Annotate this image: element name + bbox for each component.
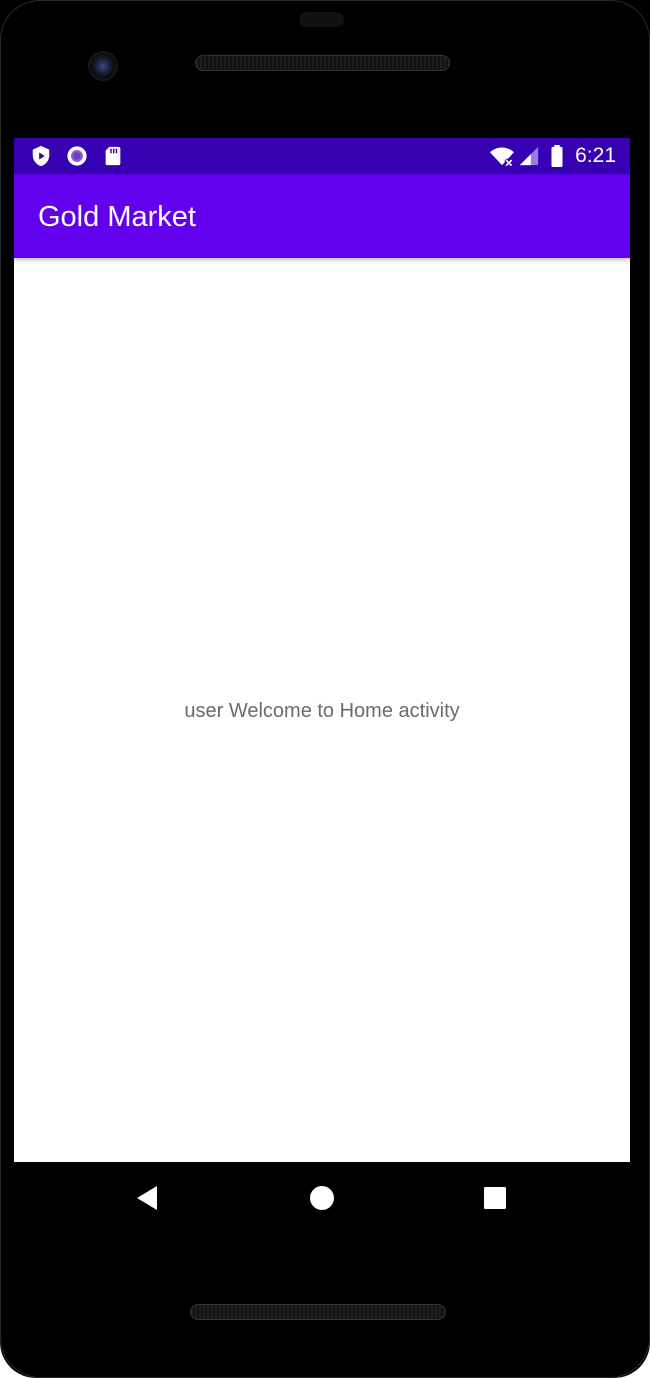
earpiece-speaker <box>195 55 450 71</box>
bottom-speaker <box>190 1304 446 1320</box>
phone-screen: 6:21 Gold Market user Welcome to Home ac… <box>14 138 630 1162</box>
top-sensor <box>299 12 344 27</box>
navigation-bar <box>14 1162 630 1234</box>
recents-icon[interactable] <box>479 1182 511 1214</box>
front-camera <box>88 51 118 81</box>
cell-signal-icon <box>519 146 539 166</box>
play-protect-icon <box>32 145 50 167</box>
app-title: Gold Market <box>38 201 196 233</box>
phone-device: 6:21 Gold Market user Welcome to Home ac… <box>0 0 650 1378</box>
home-icon[interactable] <box>306 1182 338 1214</box>
sd-card-icon <box>105 146 121 166</box>
welcome-message: user Welcome to Home activity <box>184 700 460 722</box>
back-icon[interactable] <box>132 1182 164 1214</box>
wifi-icon <box>490 147 514 167</box>
status-bar: 6:21 <box>14 138 630 174</box>
battery-icon <box>551 145 563 167</box>
main-content: user Welcome to Home activity <box>14 258 630 1162</box>
app-bar: Gold Market <box>14 174 630 258</box>
record-circle-icon <box>67 146 87 166</box>
status-clock: 6:21 <box>575 144 616 167</box>
